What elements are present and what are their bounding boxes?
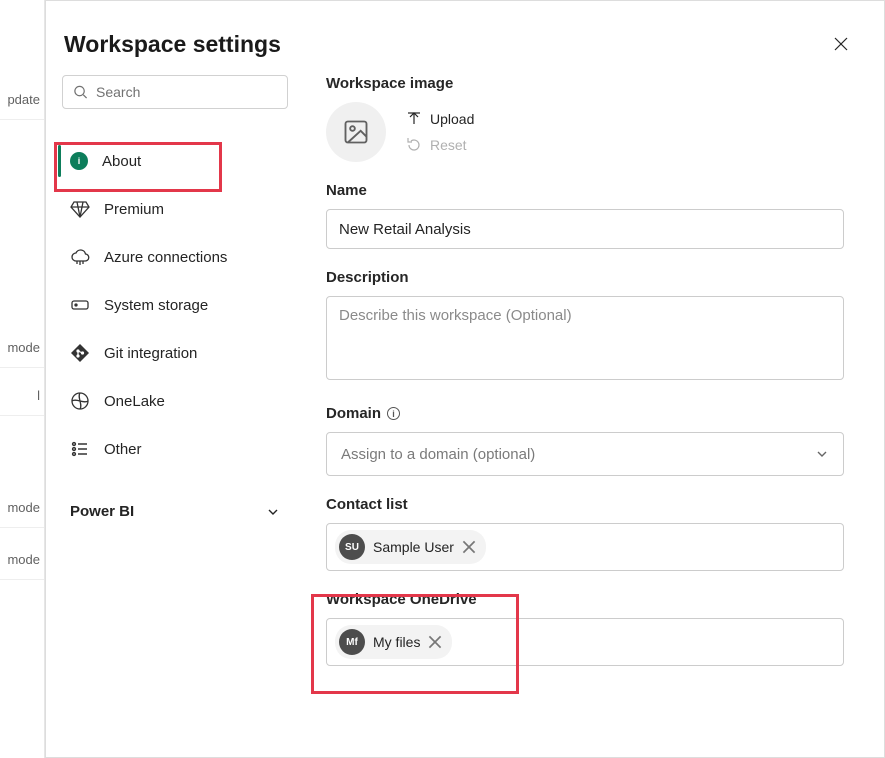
workspace-image-placeholder xyxy=(326,102,386,162)
close-icon xyxy=(833,36,849,52)
nav-item-azure-connections[interactable]: Azure connections xyxy=(58,233,292,281)
field-label: Workspace OneDrive xyxy=(326,591,844,608)
chevron-down-icon xyxy=(815,447,829,461)
chevron-down-icon xyxy=(266,505,280,519)
reset-icon xyxy=(406,137,422,153)
field-workspace-onedrive: Workspace OneDrive Mf My files xyxy=(326,591,844,666)
close-icon xyxy=(462,540,476,554)
close-button[interactable] xyxy=(824,27,858,61)
description-textarea[interactable] xyxy=(326,296,844,380)
settings-sidebar: i About Premium Azure connections xyxy=(46,75,304,757)
remove-chip-button[interactable] xyxy=(428,635,442,649)
nav-item-onelake[interactable]: OneLake xyxy=(58,377,292,425)
storage-icon xyxy=(70,295,90,315)
nav-item-about[interactable]: i About xyxy=(58,137,292,185)
field-label: Contact list xyxy=(326,496,844,513)
contact-chip: SU Sample User xyxy=(335,530,486,564)
nav-item-premium[interactable]: Premium xyxy=(58,185,292,233)
image-icon xyxy=(342,118,370,146)
nav-item-label: Azure connections xyxy=(104,249,227,266)
field-label: Name xyxy=(326,182,844,199)
avatar: Mf xyxy=(339,629,365,655)
workspace-settings-panel: Workspace settings i About Prem xyxy=(45,0,885,758)
onelake-icon xyxy=(70,391,90,411)
nav-item-label: Other xyxy=(104,441,142,458)
field-description: Description xyxy=(326,269,844,385)
search-input[interactable] xyxy=(96,84,277,100)
contact-list-input[interactable]: SU Sample User xyxy=(326,523,844,571)
domain-select[interactable]: Assign to a domain (optional) xyxy=(326,432,844,476)
chip-label: Sample User xyxy=(373,539,454,555)
search-icon xyxy=(73,84,88,100)
cloud-icon xyxy=(70,247,90,267)
nav-item-label: About xyxy=(102,153,141,170)
settings-search[interactable] xyxy=(62,75,288,109)
nav-item-other[interactable]: Other xyxy=(58,425,292,473)
nav-item-label: Git integration xyxy=(104,345,197,362)
diamond-icon xyxy=(70,199,90,219)
nav-item-label: Premium xyxy=(104,201,164,218)
upload-label: Upload xyxy=(430,111,474,127)
onedrive-chip: Mf My files xyxy=(335,625,452,659)
reset-label: Reset xyxy=(430,137,467,153)
nav-item-label: System storage xyxy=(104,297,208,314)
nav-item-system-storage[interactable]: System storage xyxy=(58,281,292,329)
domain-placeholder: Assign to a domain (optional) xyxy=(341,446,535,463)
section-power-bi[interactable]: Power BI xyxy=(58,493,292,530)
other-icon xyxy=(70,439,90,459)
form-content: Workspace image Upload Reset xyxy=(304,75,884,757)
section-label: Power BI xyxy=(70,503,134,520)
close-icon xyxy=(428,635,442,649)
onedrive-input[interactable]: Mf My files xyxy=(326,618,844,666)
nav-item-label: OneLake xyxy=(104,393,165,410)
field-name: Name xyxy=(326,182,844,249)
field-domain: Domain i Assign to a domain (optional) xyxy=(326,405,844,476)
field-contact-list: Contact list SU Sample User xyxy=(326,496,844,571)
upload-icon xyxy=(406,111,422,127)
field-label: Domain i xyxy=(326,405,844,422)
field-workspace-image: Workspace image Upload Reset xyxy=(326,75,844,162)
nav-item-git-integration[interactable]: Git integration xyxy=(58,329,292,377)
remove-chip-button[interactable] xyxy=(462,540,476,554)
name-input[interactable] xyxy=(326,209,844,249)
background-obscured: pdate mode l mode mode xyxy=(0,0,45,758)
settings-nav: i About Premium Azure connections xyxy=(58,137,292,473)
git-icon xyxy=(70,343,90,363)
upload-button[interactable]: Upload xyxy=(406,111,474,127)
field-label: Description xyxy=(326,269,844,286)
avatar: SU xyxy=(339,534,365,560)
panel-title: Workspace settings xyxy=(64,31,281,58)
reset-button: Reset xyxy=(406,137,474,153)
chip-label: My files xyxy=(373,634,420,650)
info-icon: i xyxy=(70,152,88,170)
panel-header: Workspace settings xyxy=(46,1,884,75)
info-icon[interactable]: i xyxy=(387,407,400,420)
field-label: Workspace image xyxy=(326,75,844,92)
